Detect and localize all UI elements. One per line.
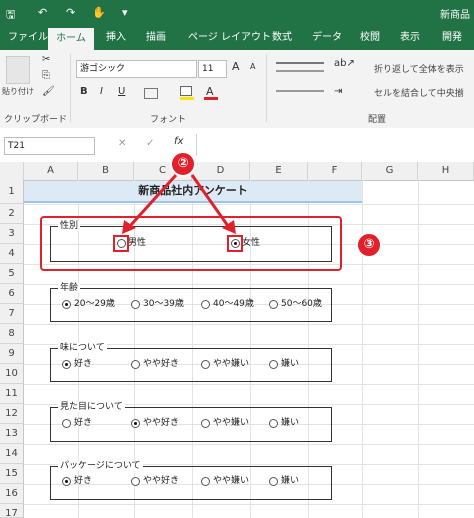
callout-number-3: ③	[356, 232, 382, 258]
callout-number-2: ②	[170, 151, 196, 177]
annotation-arrows	[122, 173, 236, 234]
arrow-to-female	[190, 174, 230, 227]
arrow-to-male	[128, 173, 178, 228]
